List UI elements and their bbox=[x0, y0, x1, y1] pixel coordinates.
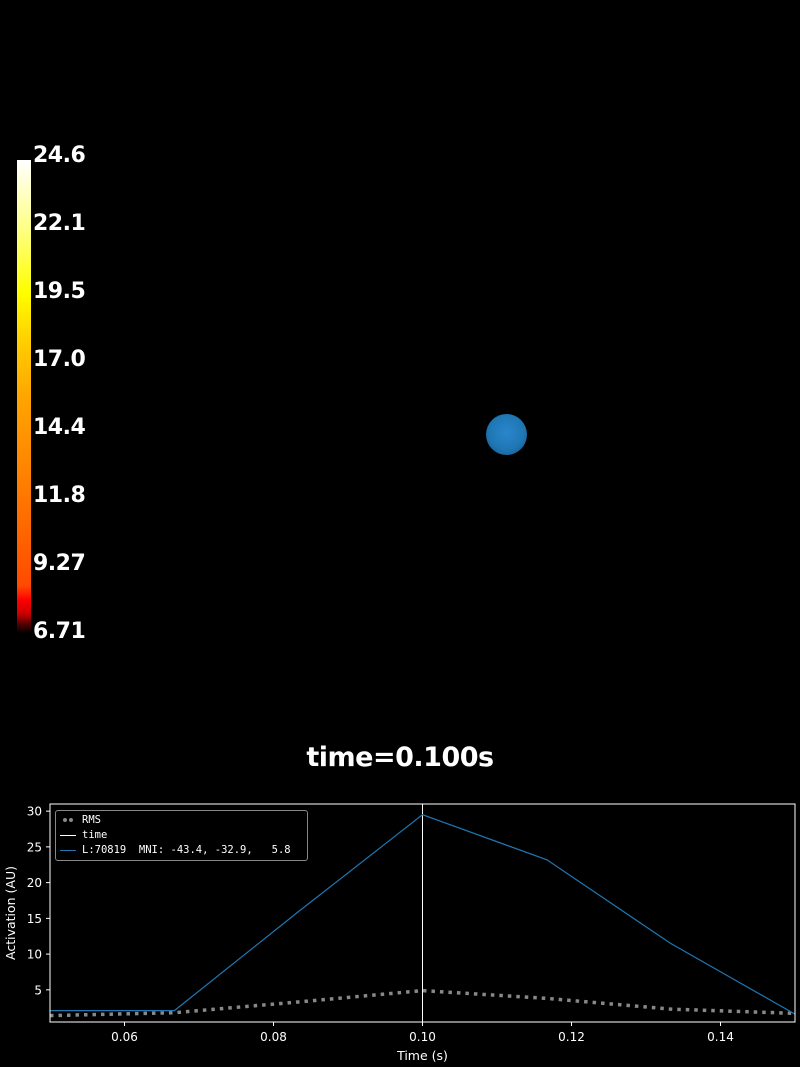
source-location-sphere[interactable] bbox=[486, 414, 527, 455]
colorbar-label-min: 6.71 bbox=[33, 619, 86, 644]
y-tick-label: 5 bbox=[34, 983, 42, 997]
y-tick-label: 20 bbox=[27, 876, 42, 890]
legend-label: time bbox=[82, 829, 108, 841]
x-tick-label: 0.12 bbox=[558, 1030, 585, 1044]
x-tick-label: 0.08 bbox=[260, 1030, 287, 1044]
colorbar-label: 22.1 bbox=[33, 211, 86, 236]
legend-item-vertex: L:70819 MNI: -43.4, -32.9, 5.8 bbox=[60, 843, 291, 857]
legend-label: RMS bbox=[82, 814, 101, 826]
y-axis-label: Activation (AU) bbox=[3, 866, 18, 960]
colorbar bbox=[17, 160, 31, 633]
colorbar-label-max: 24.6 bbox=[33, 143, 86, 168]
time-title: time=0.100s bbox=[306, 742, 494, 773]
legend-swatch-line bbox=[60, 849, 76, 851]
legend-item-time: time bbox=[60, 828, 107, 842]
legend-item-rms: RMS bbox=[60, 813, 101, 827]
plot-legend: RMS time L:70819 MNI: -43.4, -32.9, 5.8 bbox=[55, 810, 308, 861]
legend-swatch-line bbox=[60, 834, 76, 836]
colorbar-label: 14.4 bbox=[33, 415, 86, 440]
y-tick-label: 25 bbox=[27, 840, 42, 854]
legend-swatch-dotted bbox=[63, 818, 73, 822]
x-tick-label: 0.10 bbox=[409, 1030, 436, 1044]
colorbar-label: 9.27 bbox=[33, 551, 86, 576]
y-tick-label: 30 bbox=[27, 805, 42, 819]
x-tick-label: 0.06 bbox=[111, 1030, 138, 1044]
y-tick-label: 15 bbox=[27, 912, 42, 926]
colorbar-label: 17.0 bbox=[33, 347, 86, 372]
legend-label: L:70819 MNI: -43.4, -32.9, 5.8 bbox=[82, 844, 291, 856]
x-axis-label: Time (s) bbox=[396, 1048, 448, 1063]
x-tick-label: 0.14 bbox=[707, 1030, 734, 1044]
colorbar-label: 19.5 bbox=[33, 279, 86, 304]
colorbar-label: 11.8 bbox=[33, 483, 86, 508]
brain-3d-viewport[interactable]: 24.6 22.1 19.5 17.0 14.4 11.8 9.27 6.71 … bbox=[0, 0, 800, 795]
y-tick-label: 10 bbox=[27, 948, 42, 962]
